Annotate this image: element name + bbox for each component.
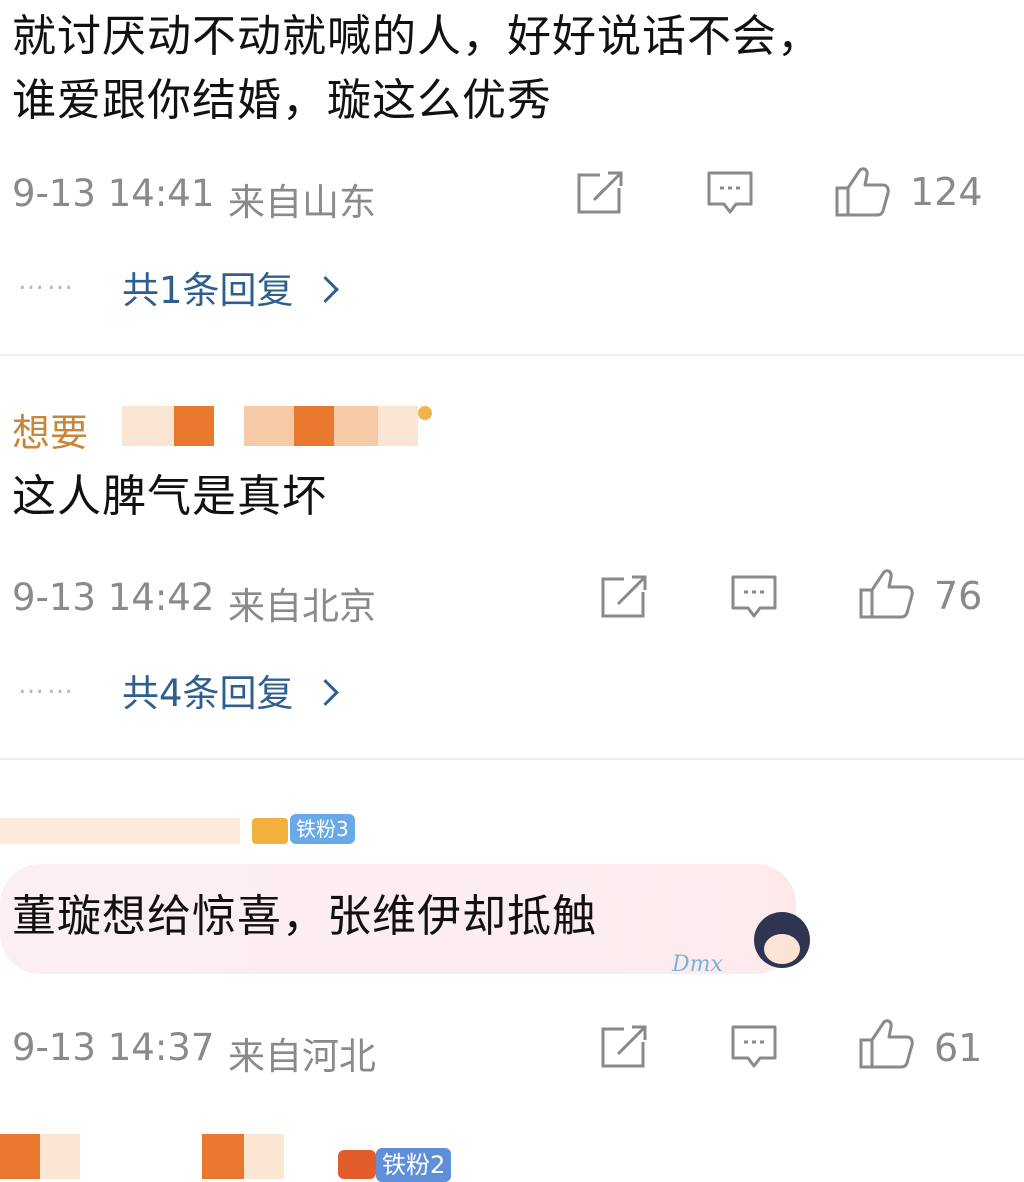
comment-4-username[interactable]: 铁粉2 [0,1134,460,1182]
username-blur [0,1134,40,1179]
comment-2-replies-link[interactable]: 共4条回复 [122,663,339,717]
comment-icon[interactable] [730,574,778,620]
reply-dots: …… [18,266,76,296]
share-icon[interactable] [600,574,648,620]
replies-label: 共4条回复 [122,672,294,715]
username-blur [122,406,174,446]
username-blur [40,1134,80,1179]
username-blur [244,1134,284,1179]
comment-1-like-count: 124 [910,170,983,214]
comment-3-location: 来自河北 [228,1035,376,1078]
bubble-sticker: Dmx [650,912,818,986]
like-icon[interactable] [858,1018,914,1070]
username-blur [202,1134,244,1179]
fan-badge: 铁粉3 [290,814,355,844]
comment-3-text: 董璇想给惊喜，张维伊却抵触 [12,891,597,942]
username-blur [378,406,418,446]
fan-badge: 铁粉2 [376,1148,452,1182]
comment-1-location: 来自山东 [228,181,376,224]
comment-1-text-line2: 谁爱跟你结婚，璇这么优秀 [12,75,552,126]
comment-2-time: 9-13 14:42 [12,576,215,619]
fan-crown-icon [338,1150,376,1179]
username-blur [334,406,378,446]
username-visible-text: 想要 [12,411,89,455]
crown-icon [418,406,432,420]
like-icon[interactable] [834,166,890,218]
divider [0,354,1024,356]
username-blur [294,406,334,446]
comment-icon[interactable] [706,170,754,216]
share-icon[interactable] [600,1024,648,1070]
comment-icon[interactable] [730,1024,778,1070]
comment-2-username[interactable]: 想要 [12,404,442,455]
divider [0,758,1024,760]
sticker-face [764,934,800,964]
comment-1-time: 9-13 14:41 [12,172,215,215]
chevron-right-icon [311,679,339,706]
comment-3-like-count: 61 [934,1026,983,1070]
username-blur [174,406,214,446]
share-icon[interactable] [576,170,624,216]
reply-dots: …… [18,670,76,700]
comment-2-location: 来自北京 [228,585,376,628]
replies-label: 共1条回复 [122,269,294,312]
comment-3-username[interactable]: 铁粉3 [0,808,360,848]
comment-1-replies-link[interactable]: 共1条回复 [122,260,339,314]
comment-2-text: 这人脾气是真坏 [12,471,327,522]
comment-1-text-line1: 就讨厌动不动就喊的人，好好说话不会， [12,11,822,62]
like-icon[interactable] [858,568,914,620]
username-blur [0,818,240,844]
sticker-text: Dmx [672,952,723,977]
comment-2-like-count: 76 [934,574,983,618]
comment-3-time: 9-13 14:37 [12,1026,215,1069]
username-blur [244,406,294,446]
chevron-right-icon [311,276,339,303]
fan-crown-icon [252,818,288,844]
